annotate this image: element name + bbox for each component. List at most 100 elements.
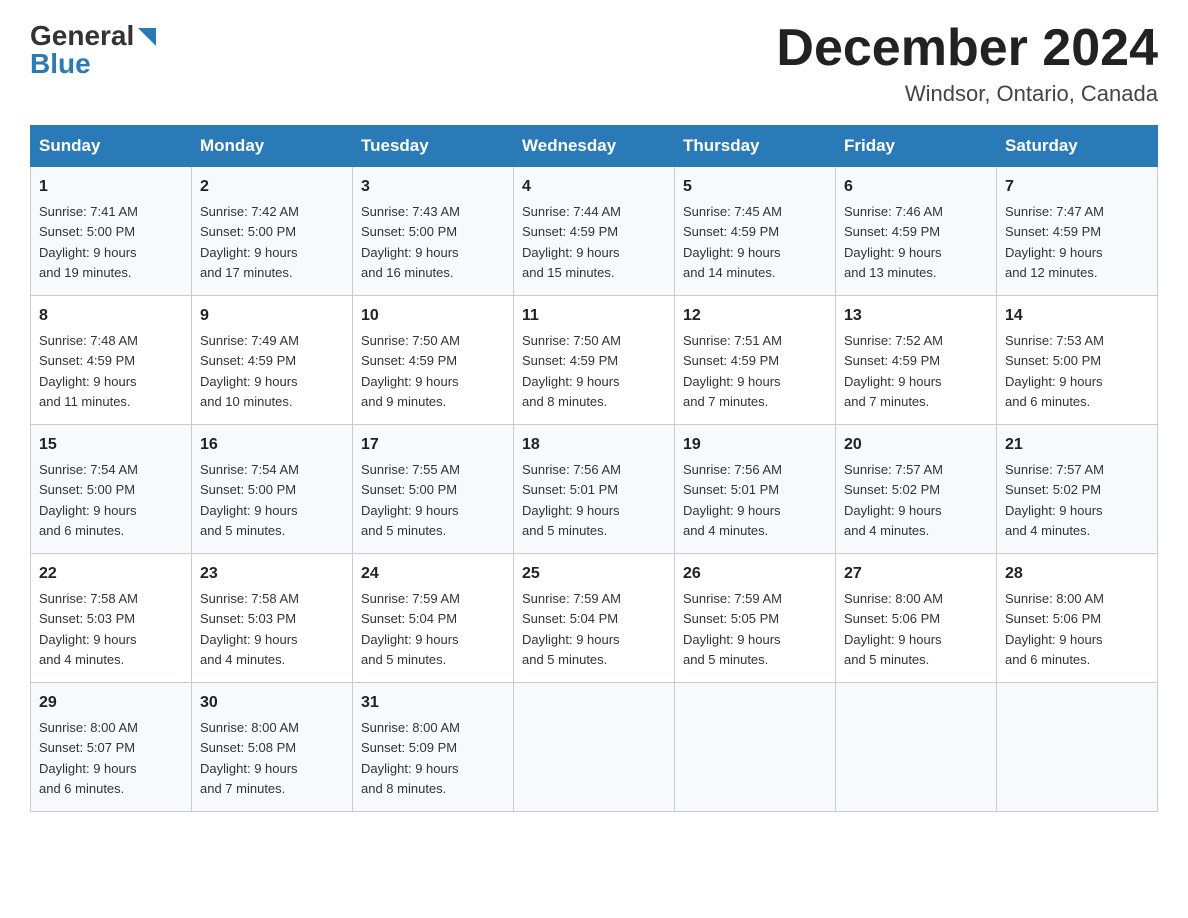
- day-number: 20: [844, 433, 988, 457]
- day-info: Sunrise: 7:56 AMSunset: 5:01 PMDaylight:…: [683, 462, 782, 538]
- header-saturday: Saturday: [997, 126, 1158, 167]
- header-wednesday: Wednesday: [514, 126, 675, 167]
- logo: General Blue: [30, 20, 158, 80]
- day-info: Sunrise: 8:00 AMSunset: 5:08 PMDaylight:…: [200, 720, 299, 796]
- calendar-cell-w1-d1: 1 Sunrise: 7:41 AMSunset: 5:00 PMDayligh…: [31, 167, 192, 296]
- header-monday: Monday: [192, 126, 353, 167]
- day-number: 25: [522, 562, 666, 586]
- calendar-cell-w3-d5: 19 Sunrise: 7:56 AMSunset: 5:01 PMDaylig…: [675, 425, 836, 554]
- calendar-cell-w4-d3: 24 Sunrise: 7:59 AMSunset: 5:04 PMDaylig…: [353, 554, 514, 683]
- day-info: Sunrise: 7:51 AMSunset: 4:59 PMDaylight:…: [683, 333, 782, 409]
- day-number: 29: [39, 691, 183, 715]
- calendar-cell-w3-d2: 16 Sunrise: 7:54 AMSunset: 5:00 PMDaylig…: [192, 425, 353, 554]
- day-number: 11: [522, 304, 666, 328]
- calendar-cell-w3-d6: 20 Sunrise: 7:57 AMSunset: 5:02 PMDaylig…: [836, 425, 997, 554]
- calendar-cell-w5-d6: [836, 683, 997, 812]
- day-info: Sunrise: 7:45 AMSunset: 4:59 PMDaylight:…: [683, 204, 782, 280]
- day-info: Sunrise: 7:46 AMSunset: 4:59 PMDaylight:…: [844, 204, 943, 280]
- calendar-cell-w1-d6: 6 Sunrise: 7:46 AMSunset: 4:59 PMDayligh…: [836, 167, 997, 296]
- day-number: 30: [200, 691, 344, 715]
- calendar-cell-w2-d2: 9 Sunrise: 7:49 AMSunset: 4:59 PMDayligh…: [192, 296, 353, 425]
- day-number: 22: [39, 562, 183, 586]
- day-number: 4: [522, 175, 666, 199]
- day-number: 6: [844, 175, 988, 199]
- calendar-cell-w5-d4: [514, 683, 675, 812]
- page-header: General Blue December 2024 Windsor, Onta…: [30, 20, 1158, 107]
- day-number: 19: [683, 433, 827, 457]
- calendar-cell-w4-d5: 26 Sunrise: 7:59 AMSunset: 5:05 PMDaylig…: [675, 554, 836, 683]
- calendar-cell-w3-d4: 18 Sunrise: 7:56 AMSunset: 5:01 PMDaylig…: [514, 425, 675, 554]
- day-number: 13: [844, 304, 988, 328]
- calendar-cell-w3-d3: 17 Sunrise: 7:55 AMSunset: 5:00 PMDaylig…: [353, 425, 514, 554]
- day-number: 10: [361, 304, 505, 328]
- day-info: Sunrise: 7:43 AMSunset: 5:00 PMDaylight:…: [361, 204, 460, 280]
- day-info: Sunrise: 7:55 AMSunset: 5:00 PMDaylight:…: [361, 462, 460, 538]
- day-number: 3: [361, 175, 505, 199]
- day-number: 15: [39, 433, 183, 457]
- location-subtitle: Windsor, Ontario, Canada: [776, 81, 1158, 107]
- day-info: Sunrise: 8:00 AMSunset: 5:09 PMDaylight:…: [361, 720, 460, 796]
- day-info: Sunrise: 7:41 AMSunset: 5:00 PMDaylight:…: [39, 204, 138, 280]
- calendar-cell-w2-d3: 10 Sunrise: 7:50 AMSunset: 4:59 PMDaylig…: [353, 296, 514, 425]
- calendar-cell-w2-d1: 8 Sunrise: 7:48 AMSunset: 4:59 PMDayligh…: [31, 296, 192, 425]
- calendar-cell-w2-d6: 13 Sunrise: 7:52 AMSunset: 4:59 PMDaylig…: [836, 296, 997, 425]
- day-info: Sunrise: 7:58 AMSunset: 5:03 PMDaylight:…: [39, 591, 138, 667]
- day-number: 24: [361, 562, 505, 586]
- day-info: Sunrise: 7:56 AMSunset: 5:01 PMDaylight:…: [522, 462, 621, 538]
- day-number: 7: [1005, 175, 1149, 199]
- day-info: Sunrise: 7:49 AMSunset: 4:59 PMDaylight:…: [200, 333, 299, 409]
- day-info: Sunrise: 7:48 AMSunset: 4:59 PMDaylight:…: [39, 333, 138, 409]
- calendar-cell-w3-d1: 15 Sunrise: 7:54 AMSunset: 5:00 PMDaylig…: [31, 425, 192, 554]
- calendar-cell-w5-d3: 31 Sunrise: 8:00 AMSunset: 5:09 PMDaylig…: [353, 683, 514, 812]
- calendar-cell-w4-d7: 28 Sunrise: 8:00 AMSunset: 5:06 PMDaylig…: [997, 554, 1158, 683]
- calendar-cell-w1-d4: 4 Sunrise: 7:44 AMSunset: 4:59 PMDayligh…: [514, 167, 675, 296]
- calendar-week-1: 1 Sunrise: 7:41 AMSunset: 5:00 PMDayligh…: [31, 167, 1158, 296]
- day-number: 18: [522, 433, 666, 457]
- calendar-cell-w4-d1: 22 Sunrise: 7:58 AMSunset: 5:03 PMDaylig…: [31, 554, 192, 683]
- day-number: 23: [200, 562, 344, 586]
- calendar-cell-w5-d2: 30 Sunrise: 8:00 AMSunset: 5:08 PMDaylig…: [192, 683, 353, 812]
- day-info: Sunrise: 7:50 AMSunset: 4:59 PMDaylight:…: [361, 333, 460, 409]
- calendar-cell-w4-d2: 23 Sunrise: 7:58 AMSunset: 5:03 PMDaylig…: [192, 554, 353, 683]
- calendar-cell-w3-d7: 21 Sunrise: 7:57 AMSunset: 5:02 PMDaylig…: [997, 425, 1158, 554]
- logo-blue-text: Blue: [30, 48, 91, 80]
- day-info: Sunrise: 7:59 AMSunset: 5:04 PMDaylight:…: [361, 591, 460, 667]
- day-number: 31: [361, 691, 505, 715]
- header-thursday: Thursday: [675, 126, 836, 167]
- day-info: Sunrise: 7:52 AMSunset: 4:59 PMDaylight:…: [844, 333, 943, 409]
- calendar-week-5: 29 Sunrise: 8:00 AMSunset: 5:07 PMDaylig…: [31, 683, 1158, 812]
- header-friday: Friday: [836, 126, 997, 167]
- day-number: 28: [1005, 562, 1149, 586]
- day-info: Sunrise: 8:00 AMSunset: 5:07 PMDaylight:…: [39, 720, 138, 796]
- day-info: Sunrise: 8:00 AMSunset: 5:06 PMDaylight:…: [1005, 591, 1104, 667]
- calendar-cell-w2-d5: 12 Sunrise: 7:51 AMSunset: 4:59 PMDaylig…: [675, 296, 836, 425]
- calendar-cell-w4-d4: 25 Sunrise: 7:59 AMSunset: 5:04 PMDaylig…: [514, 554, 675, 683]
- day-info: Sunrise: 7:42 AMSunset: 5:00 PMDaylight:…: [200, 204, 299, 280]
- calendar-cell-w1-d5: 5 Sunrise: 7:45 AMSunset: 4:59 PMDayligh…: [675, 167, 836, 296]
- day-number: 2: [200, 175, 344, 199]
- day-number: 21: [1005, 433, 1149, 457]
- logo-arrow-icon: [136, 26, 158, 48]
- day-number: 8: [39, 304, 183, 328]
- day-info: Sunrise: 7:47 AMSunset: 4:59 PMDaylight:…: [1005, 204, 1104, 280]
- calendar-cell-w1-d7: 7 Sunrise: 7:47 AMSunset: 4:59 PMDayligh…: [997, 167, 1158, 296]
- day-info: Sunrise: 7:57 AMSunset: 5:02 PMDaylight:…: [844, 462, 943, 538]
- day-info: Sunrise: 7:59 AMSunset: 5:04 PMDaylight:…: [522, 591, 621, 667]
- calendar-table: Sunday Monday Tuesday Wednesday Thursday…: [30, 125, 1158, 812]
- calendar-cell-w5-d5: [675, 683, 836, 812]
- calendar-header-row: Sunday Monday Tuesday Wednesday Thursday…: [31, 126, 1158, 167]
- day-info: Sunrise: 7:44 AMSunset: 4:59 PMDaylight:…: [522, 204, 621, 280]
- calendar-cell-w5-d1: 29 Sunrise: 8:00 AMSunset: 5:07 PMDaylig…: [31, 683, 192, 812]
- calendar-week-2: 8 Sunrise: 7:48 AMSunset: 4:59 PMDayligh…: [31, 296, 1158, 425]
- day-number: 27: [844, 562, 988, 586]
- day-number: 14: [1005, 304, 1149, 328]
- month-year-title: December 2024: [776, 20, 1158, 77]
- calendar-cell-w5-d7: [997, 683, 1158, 812]
- calendar-cell-w2-d4: 11 Sunrise: 7:50 AMSunset: 4:59 PMDaylig…: [514, 296, 675, 425]
- header-tuesday: Tuesday: [353, 126, 514, 167]
- day-info: Sunrise: 7:57 AMSunset: 5:02 PMDaylight:…: [1005, 462, 1104, 538]
- calendar-cell-w2-d7: 14 Sunrise: 7:53 AMSunset: 5:00 PMDaylig…: [997, 296, 1158, 425]
- header-sunday: Sunday: [31, 126, 192, 167]
- title-section: December 2024 Windsor, Ontario, Canada: [776, 20, 1158, 107]
- calendar-cell-w1-d3: 3 Sunrise: 7:43 AMSunset: 5:00 PMDayligh…: [353, 167, 514, 296]
